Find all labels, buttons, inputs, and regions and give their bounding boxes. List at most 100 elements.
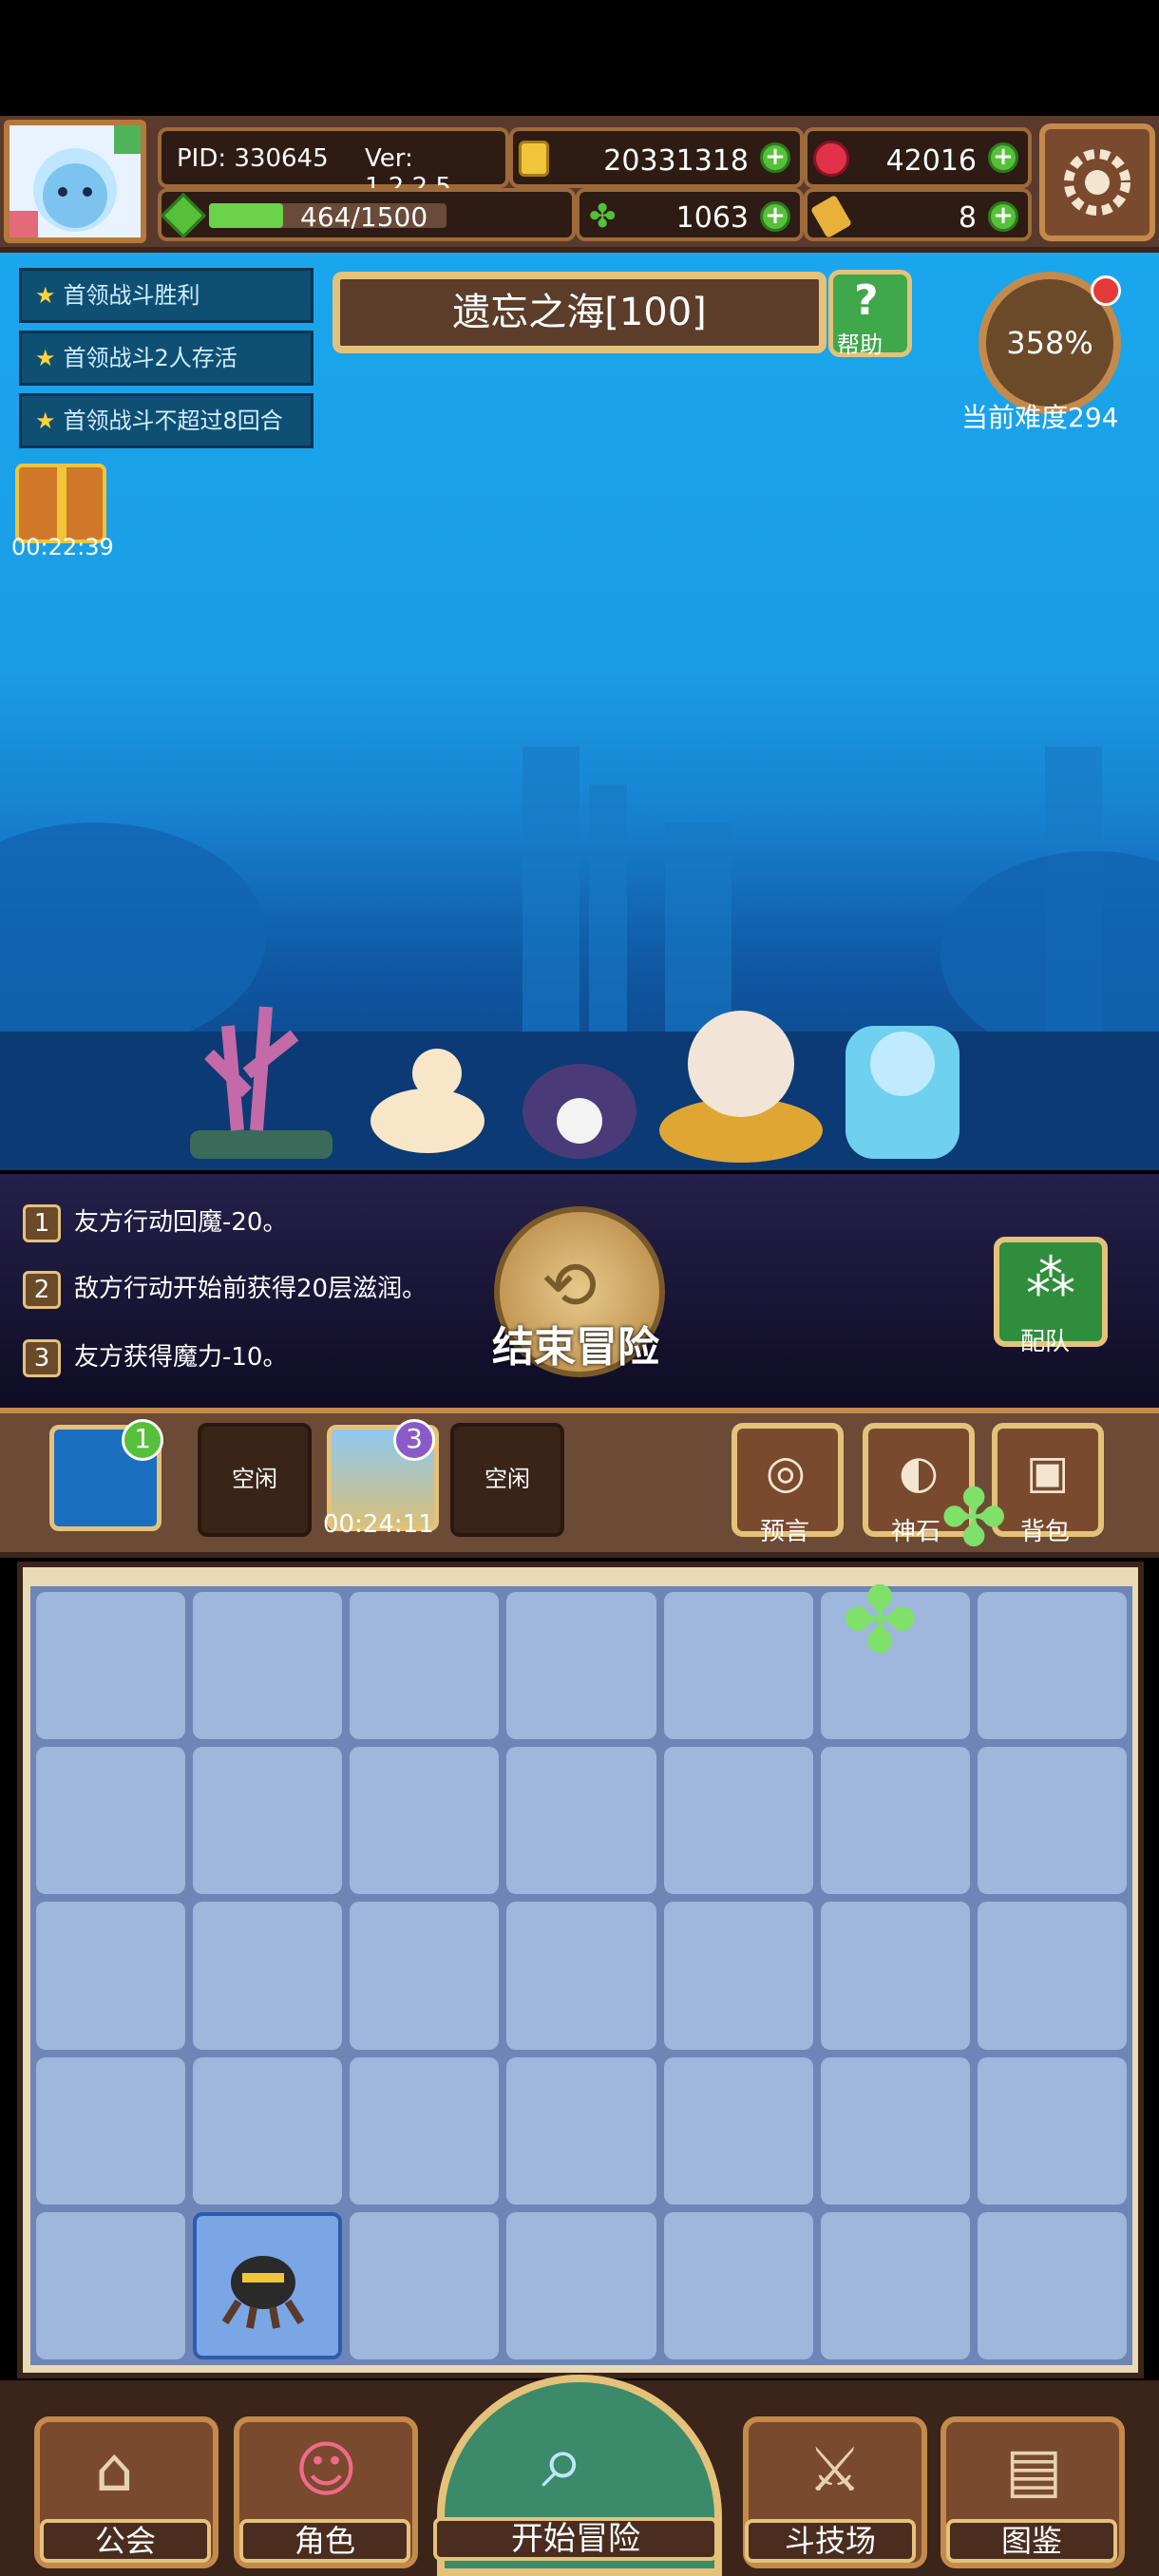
inventory-cell[interactable] <box>36 2211 186 2359</box>
cat-creature <box>370 1049 484 1153</box>
inventory-cell[interactable] <box>193 1902 343 2050</box>
floating-clover-icon: ✤ <box>940 1471 1008 1564</box>
inventory-cell[interactable] <box>663 1747 813 1895</box>
effect-number: 2 <box>23 1270 61 1309</box>
nav-arena-label: 斗技场 <box>745 2519 916 2563</box>
slot-3-badge: 3 <box>393 1419 435 1461</box>
inventory-cell[interactable] <box>506 1592 656 1740</box>
inventory-cell[interactable] <box>506 2056 656 2205</box>
inventory-cell-item[interactable] <box>193 2211 343 2359</box>
ice-mermaid <box>846 1026 960 1159</box>
nav-codex-label: 图鉴 <box>946 2519 1117 2563</box>
level-title-banner: 遗忘之海[100] <box>332 272 826 353</box>
clover-bar: ✤ 1063 + <box>576 188 804 241</box>
effect-1: 1 友方行动回魔-20。 <box>23 1203 287 1242</box>
prophecy-label: 预言 <box>760 1518 810 1546</box>
inventory-cell[interactable] <box>36 1902 186 2050</box>
avatar-icon <box>10 125 141 237</box>
clover-icon: ✤ <box>589 198 617 236</box>
effect-text: 敌方行动开始前获得20层滋润。 <box>74 1275 428 1303</box>
add-gold-button[interactable]: + <box>760 142 790 173</box>
coral-creature <box>190 1006 332 1159</box>
effect-text: 友方获得魔力-10。 <box>74 1343 288 1372</box>
clover-amount: 1063 <box>675 201 749 235</box>
effect-number: 1 <box>23 1203 61 1242</box>
inventory-cell[interactable] <box>350 1747 500 1895</box>
energy-bar: 464/1500 <box>158 188 576 241</box>
book-icon: ▤ <box>1005 2435 1063 2506</box>
gem-amount: 42016 <box>885 144 977 178</box>
crossed-swords-icon: ⚔ <box>808 2435 863 2506</box>
inventory-cell[interactable] <box>193 1592 343 1740</box>
effect-number: 3 <box>23 1338 61 1377</box>
energy-fill <box>209 203 283 228</box>
bomb-creature-icon <box>221 2255 305 2329</box>
inventory-cell[interactable] <box>663 1902 813 2050</box>
inventory-cell[interactable] <box>663 2211 813 2359</box>
inventory-cell[interactable] <box>506 1747 656 1895</box>
inventory-cell[interactable] <box>193 2056 343 2205</box>
slot-2-label: 空闲 <box>232 1466 277 1492</box>
inventory-cell[interactable] <box>36 1592 186 1740</box>
slot-4-label: 空闲 <box>484 1466 530 1492</box>
inventory-cell[interactable] <box>977 2211 1127 2359</box>
slot-4-empty[interactable]: 空闲 <box>450 1423 564 1537</box>
quest-2: ★ 首领战斗2人存活 <box>19 331 314 386</box>
settings-button[interactable] <box>1039 123 1155 241</box>
inventory-cell[interactable] <box>977 1592 1127 1740</box>
energy-text: 464/1500 <box>300 201 428 233</box>
team-icon: ⁂ <box>1026 1250 1075 1307</box>
backpack-label: 背包 <box>1020 1518 1071 1546</box>
inventory-cell[interactable] <box>820 2056 970 2205</box>
status-bar <box>0 0 1159 116</box>
player-info-bar: PID: 330645 Ver: 1.2.2.5 <box>158 127 509 201</box>
inventory-cell[interactable] <box>350 1592 500 1740</box>
shell-creature <box>522 1064 636 1159</box>
magnifier-icon: ⌕ <box>542 2416 584 2505</box>
inventory-cell[interactable] <box>350 2211 500 2359</box>
help-button[interactable]: ? 帮助 <box>828 270 912 358</box>
gift-icon <box>57 467 66 540</box>
character-icon: ☺ <box>294 2435 358 2506</box>
gold-coin-icon <box>519 141 549 177</box>
house-icon: ⌂ <box>95 2435 134 2506</box>
inventory-cell[interactable] <box>193 1747 343 1895</box>
pearl-princess <box>659 1011 823 1163</box>
key-bar: 8 + <box>804 188 1032 241</box>
clover-drop-icon[interactable]: ✤ <box>842 1575 918 1666</box>
energy-icon <box>160 192 207 239</box>
gold-bar: 20331318 + <box>509 127 804 188</box>
god-stone-label: 神石 <box>891 1518 941 1546</box>
inventory-cell[interactable] <box>350 1902 500 2050</box>
slot-2-empty[interactable]: 空闲 <box>198 1423 312 1537</box>
add-clover-button[interactable]: + <box>760 201 790 232</box>
inventory-cell[interactable] <box>350 2056 500 2205</box>
add-key-button[interactable]: + <box>988 201 1018 232</box>
inventory-cell[interactable] <box>506 2211 656 2359</box>
inventory-cell[interactable] <box>820 2211 970 2359</box>
quest-text: 首领战斗不超过8回合 <box>63 407 283 434</box>
inventory-cell[interactable] <box>36 1747 186 1895</box>
inventory-cell[interactable] <box>506 1902 656 2050</box>
inventory-cell[interactable] <box>820 1747 970 1895</box>
player-avatar[interactable] <box>4 120 146 243</box>
help-label: 帮助 <box>837 331 883 358</box>
inventory-cell[interactable] <box>820 1902 970 2050</box>
add-gem-button[interactable]: + <box>988 142 1018 173</box>
crystal-ball-icon: ◎ <box>766 1446 806 1499</box>
inventory-cell[interactable] <box>977 1747 1127 1895</box>
bag-icon: ▣ <box>1026 1446 1070 1499</box>
star-icon: ★ <box>35 407 56 434</box>
difficulty-percent: 358% <box>1006 325 1093 361</box>
key-icon <box>810 194 852 239</box>
inventory-cell[interactable] <box>977 2056 1127 2205</box>
inventory-cell[interactable] <box>663 1592 813 1740</box>
slot-3-timer: 00:24:11 <box>323 1510 434 1539</box>
inventory-cell[interactable] <box>663 2056 813 2205</box>
inventory-cell[interactable] <box>36 2056 186 2205</box>
gift-box-button[interactable] <box>15 464 106 543</box>
red-gem-icon <box>813 141 849 177</box>
effect-3: 3 友方获得魔力-10。 <box>23 1337 287 1377</box>
inventory-cell[interactable] <box>977 1902 1127 2050</box>
star-icon: ★ <box>35 345 56 371</box>
